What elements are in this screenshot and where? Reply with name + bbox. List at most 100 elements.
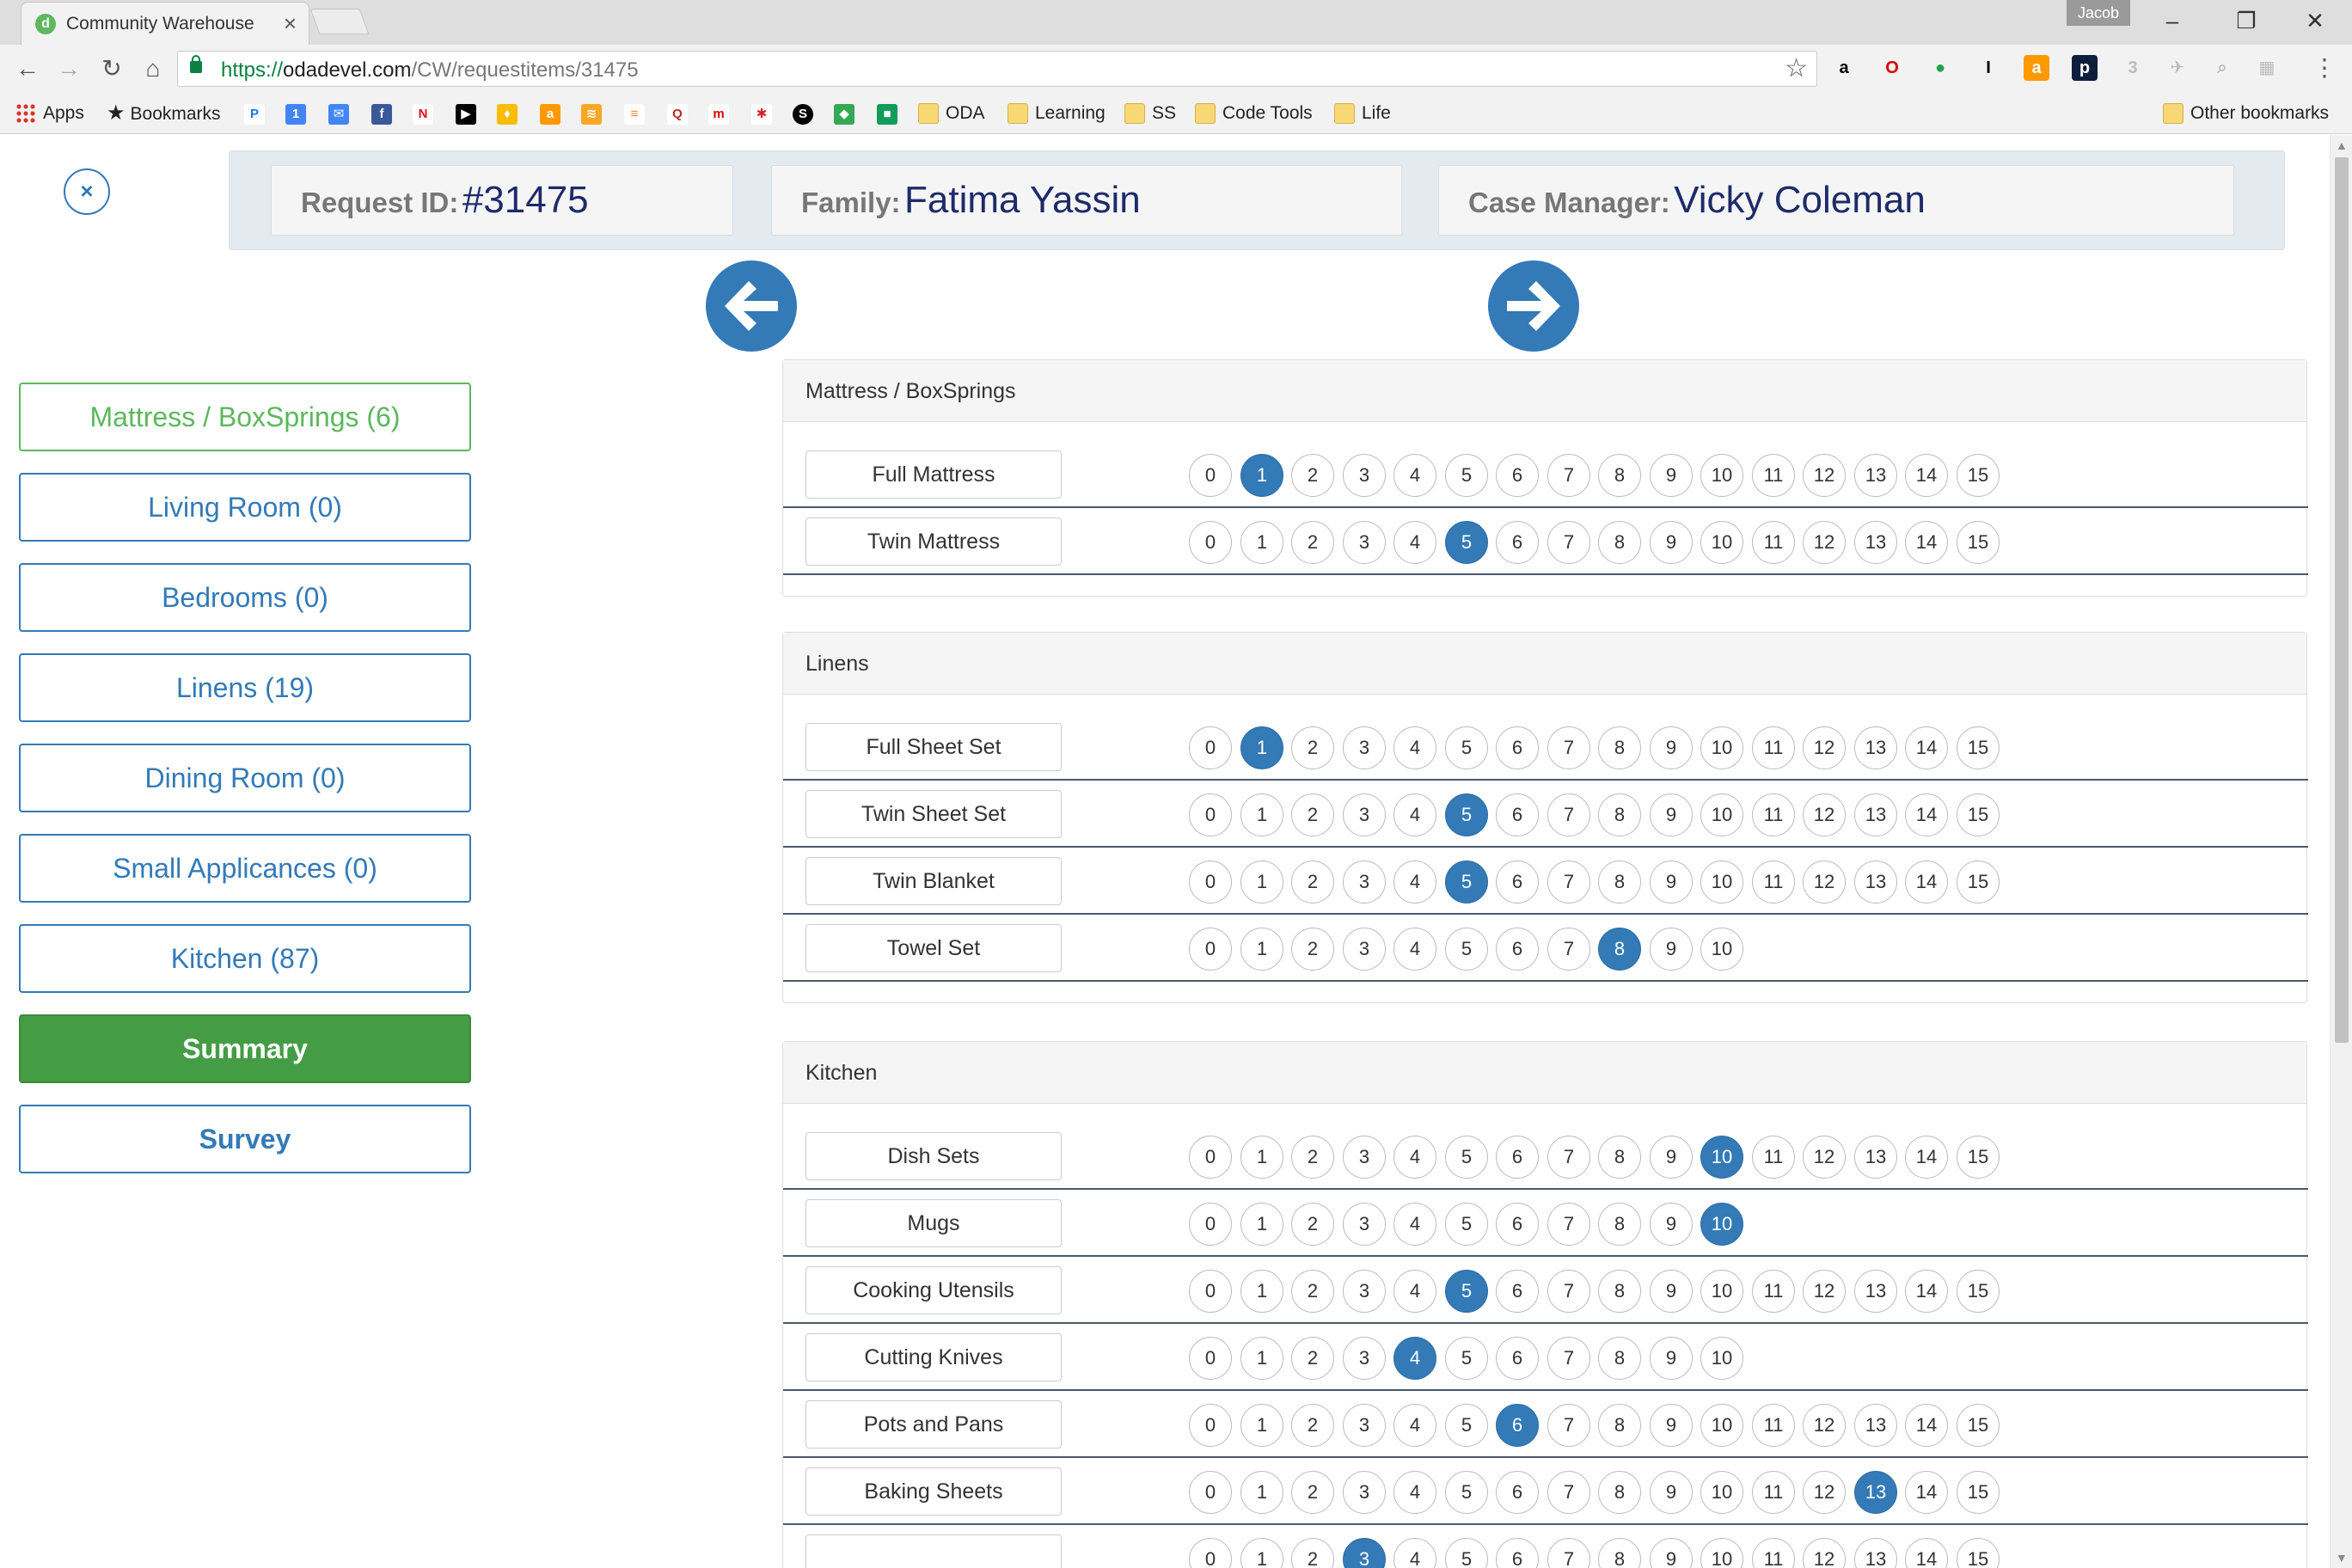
quantity-option-1[interactable]: 1 xyxy=(1240,928,1283,971)
quantity-option-3[interactable]: 3 xyxy=(1343,1136,1386,1179)
quantity-option-9[interactable]: 9 xyxy=(1650,928,1693,971)
instapaper-extension-icon[interactable]: I xyxy=(1975,55,2001,81)
scrollbar-thumb[interactable] xyxy=(2335,157,2349,1043)
quantity-option-15[interactable]: 15 xyxy=(1957,1136,2000,1179)
quantity-option-11[interactable]: 11 xyxy=(1752,521,1795,564)
quantity-option-7[interactable]: 7 xyxy=(1547,928,1590,971)
quantity-option-10[interactable]: 10 xyxy=(1700,521,1743,564)
quantity-option-6[interactable]: 6 xyxy=(1496,454,1539,497)
bookmark-folder-oda[interactable]: ODA xyxy=(918,100,985,127)
quantity-option-7[interactable]: 7 xyxy=(1547,454,1590,497)
quantity-option-10[interactable]: 10 xyxy=(1700,793,1743,836)
quantity-option-6[interactable]: 6 xyxy=(1496,1337,1539,1380)
quantity-option-10[interactable]: 10 xyxy=(1700,1136,1743,1179)
quantity-option-8[interactable]: 8 xyxy=(1598,793,1641,836)
quantity-option-14[interactable]: 14 xyxy=(1905,454,1948,497)
quantity-option-0[interactable]: 0 xyxy=(1189,1404,1232,1447)
quantity-option-12[interactable]: 12 xyxy=(1803,793,1846,836)
quantity-option-9[interactable]: 9 xyxy=(1650,1203,1693,1246)
bookmark-apps[interactable]: Apps xyxy=(15,100,84,127)
quantity-option-4[interactable]: 4 xyxy=(1393,726,1436,769)
quantity-option-7[interactable]: 7 xyxy=(1547,726,1590,769)
quantity-option-11[interactable]: 11 xyxy=(1752,1136,1795,1179)
quantity-option-7[interactable]: 7 xyxy=(1547,1337,1590,1380)
quantity-option-5[interactable]: 5 xyxy=(1445,454,1488,497)
sidebar-button-mattress-boxsprings[interactable]: Mattress / BoxSprings (6) xyxy=(19,383,471,451)
quantity-option-9[interactable]: 9 xyxy=(1650,1337,1693,1380)
quantity-option-7[interactable]: 7 xyxy=(1547,861,1590,903)
quantity-option-11[interactable]: 11 xyxy=(1752,1404,1795,1447)
quantity-option-7[interactable]: 7 xyxy=(1547,1136,1590,1179)
bookmark-netflix-icon[interactable]: N xyxy=(413,104,433,125)
quantity-option-0[interactable]: 0 xyxy=(1189,1270,1232,1313)
quantity-option-14[interactable]: 14 xyxy=(1905,1136,1948,1179)
sidebar-button-bedrooms[interactable]: Bedrooms (0) xyxy=(19,563,471,632)
quantity-option-9[interactable]: 9 xyxy=(1650,1404,1693,1447)
quantity-option-12[interactable]: 12 xyxy=(1803,861,1846,903)
quantity-option-2[interactable]: 2 xyxy=(1291,454,1334,497)
quantity-option-4[interactable]: 4 xyxy=(1393,1270,1436,1313)
quantity-option-4[interactable]: 4 xyxy=(1393,861,1436,903)
quantity-option-9[interactable]: 9 xyxy=(1650,1270,1693,1313)
quantity-option-4[interactable]: 4 xyxy=(1393,793,1436,836)
bookmark-stack-icon[interactable]: ≋ xyxy=(581,104,602,125)
quantity-option-11[interactable]: 11 xyxy=(1752,1538,1795,1568)
bookmark-star-icon[interactable]: ☆ xyxy=(1785,53,1808,83)
quantity-option-13[interactable]: 13 xyxy=(1854,1471,1897,1514)
quantity-option-10[interactable]: 10 xyxy=(1700,1337,1743,1380)
quantity-option-15[interactable]: 15 xyxy=(1957,1471,2000,1514)
quantity-option-0[interactable]: 0 xyxy=(1189,1538,1232,1568)
quantity-option-10[interactable]: 10 xyxy=(1700,1270,1743,1313)
quantity-option-0[interactable]: 0 xyxy=(1189,454,1232,497)
quantity-option-1[interactable]: 1 xyxy=(1240,1337,1283,1380)
reload-icon[interactable]: ↻ xyxy=(96,53,127,84)
quantity-option-4[interactable]: 4 xyxy=(1393,1538,1436,1568)
quantity-option-12[interactable]: 12 xyxy=(1803,521,1846,564)
quantity-option-13[interactable]: 13 xyxy=(1854,1538,1897,1568)
quantity-option-11[interactable]: 11 xyxy=(1752,1471,1795,1514)
quantity-option-14[interactable]: 14 xyxy=(1905,521,1948,564)
quantity-option-11[interactable]: 11 xyxy=(1752,454,1795,497)
sidebar-button-kitchen[interactable]: Kitchen (87) xyxy=(19,924,471,993)
sidebar-button-linens[interactable]: Linens (19) xyxy=(19,653,471,722)
quantity-option-4[interactable]: 4 xyxy=(1393,521,1436,564)
quantity-option-6[interactable]: 6 xyxy=(1496,1136,1539,1179)
quantity-option-10[interactable]: 10 xyxy=(1700,454,1743,497)
quantity-option-6[interactable]: 6 xyxy=(1496,1203,1539,1246)
quantity-option-14[interactable]: 14 xyxy=(1905,861,1948,903)
quantity-option-0[interactable]: 0 xyxy=(1189,928,1232,971)
quantity-option-3[interactable]: 3 xyxy=(1343,1203,1386,1246)
address-bar[interactable]: https://odadevel.com/CW/requestitems/314… xyxy=(177,51,1817,87)
back-arrow-icon[interactable]: ← xyxy=(12,53,43,84)
quantity-option-9[interactable]: 9 xyxy=(1650,454,1693,497)
quantity-option-8[interactable]: 8 xyxy=(1598,1203,1641,1246)
tab-community-warehouse[interactable]: d Community Warehouse × xyxy=(21,2,309,45)
bookmark-folder-life[interactable]: Life xyxy=(1334,100,1391,127)
quantity-option-12[interactable]: 12 xyxy=(1803,454,1846,497)
quantity-option-7[interactable]: 7 xyxy=(1547,1203,1590,1246)
quantity-option-12[interactable]: 12 xyxy=(1803,1404,1846,1447)
quantity-option-9[interactable]: 9 xyxy=(1650,726,1693,769)
quantity-option-5[interactable]: 5 xyxy=(1445,1471,1488,1514)
quantity-option-6[interactable]: 6 xyxy=(1496,793,1539,836)
quantity-option-7[interactable]: 7 xyxy=(1547,521,1590,564)
quantity-option-13[interactable]: 13 xyxy=(1854,861,1897,903)
quantity-option-14[interactable]: 14 xyxy=(1905,1270,1948,1313)
pocket-extension-icon[interactable]: p xyxy=(2072,55,2098,81)
quantity-option-7[interactable]: 7 xyxy=(1547,1270,1590,1313)
quantity-option-8[interactable]: 8 xyxy=(1598,1538,1641,1568)
browser-menu-icon[interactable]: ⋮ xyxy=(2312,53,2337,82)
quantity-option-1[interactable]: 1 xyxy=(1240,726,1283,769)
quantity-option-4[interactable]: 4 xyxy=(1393,1471,1436,1514)
quantity-option-2[interactable]: 2 xyxy=(1291,1136,1334,1179)
quantity-option-8[interactable]: 8 xyxy=(1598,1136,1641,1179)
bookmark-bookmarks[interactable]: ★ Bookmarks xyxy=(107,100,221,127)
quantity-option-2[interactable]: 2 xyxy=(1291,793,1334,836)
close-button[interactable]: × xyxy=(64,168,110,215)
quantity-option-0[interactable]: 0 xyxy=(1189,861,1232,903)
quantity-option-4[interactable]: 4 xyxy=(1393,1203,1436,1246)
quantity-option-13[interactable]: 13 xyxy=(1854,1404,1897,1447)
quantity-option-3[interactable]: 3 xyxy=(1343,521,1386,564)
quantity-option-10[interactable]: 10 xyxy=(1700,928,1743,971)
quantity-option-15[interactable]: 15 xyxy=(1957,521,2000,564)
